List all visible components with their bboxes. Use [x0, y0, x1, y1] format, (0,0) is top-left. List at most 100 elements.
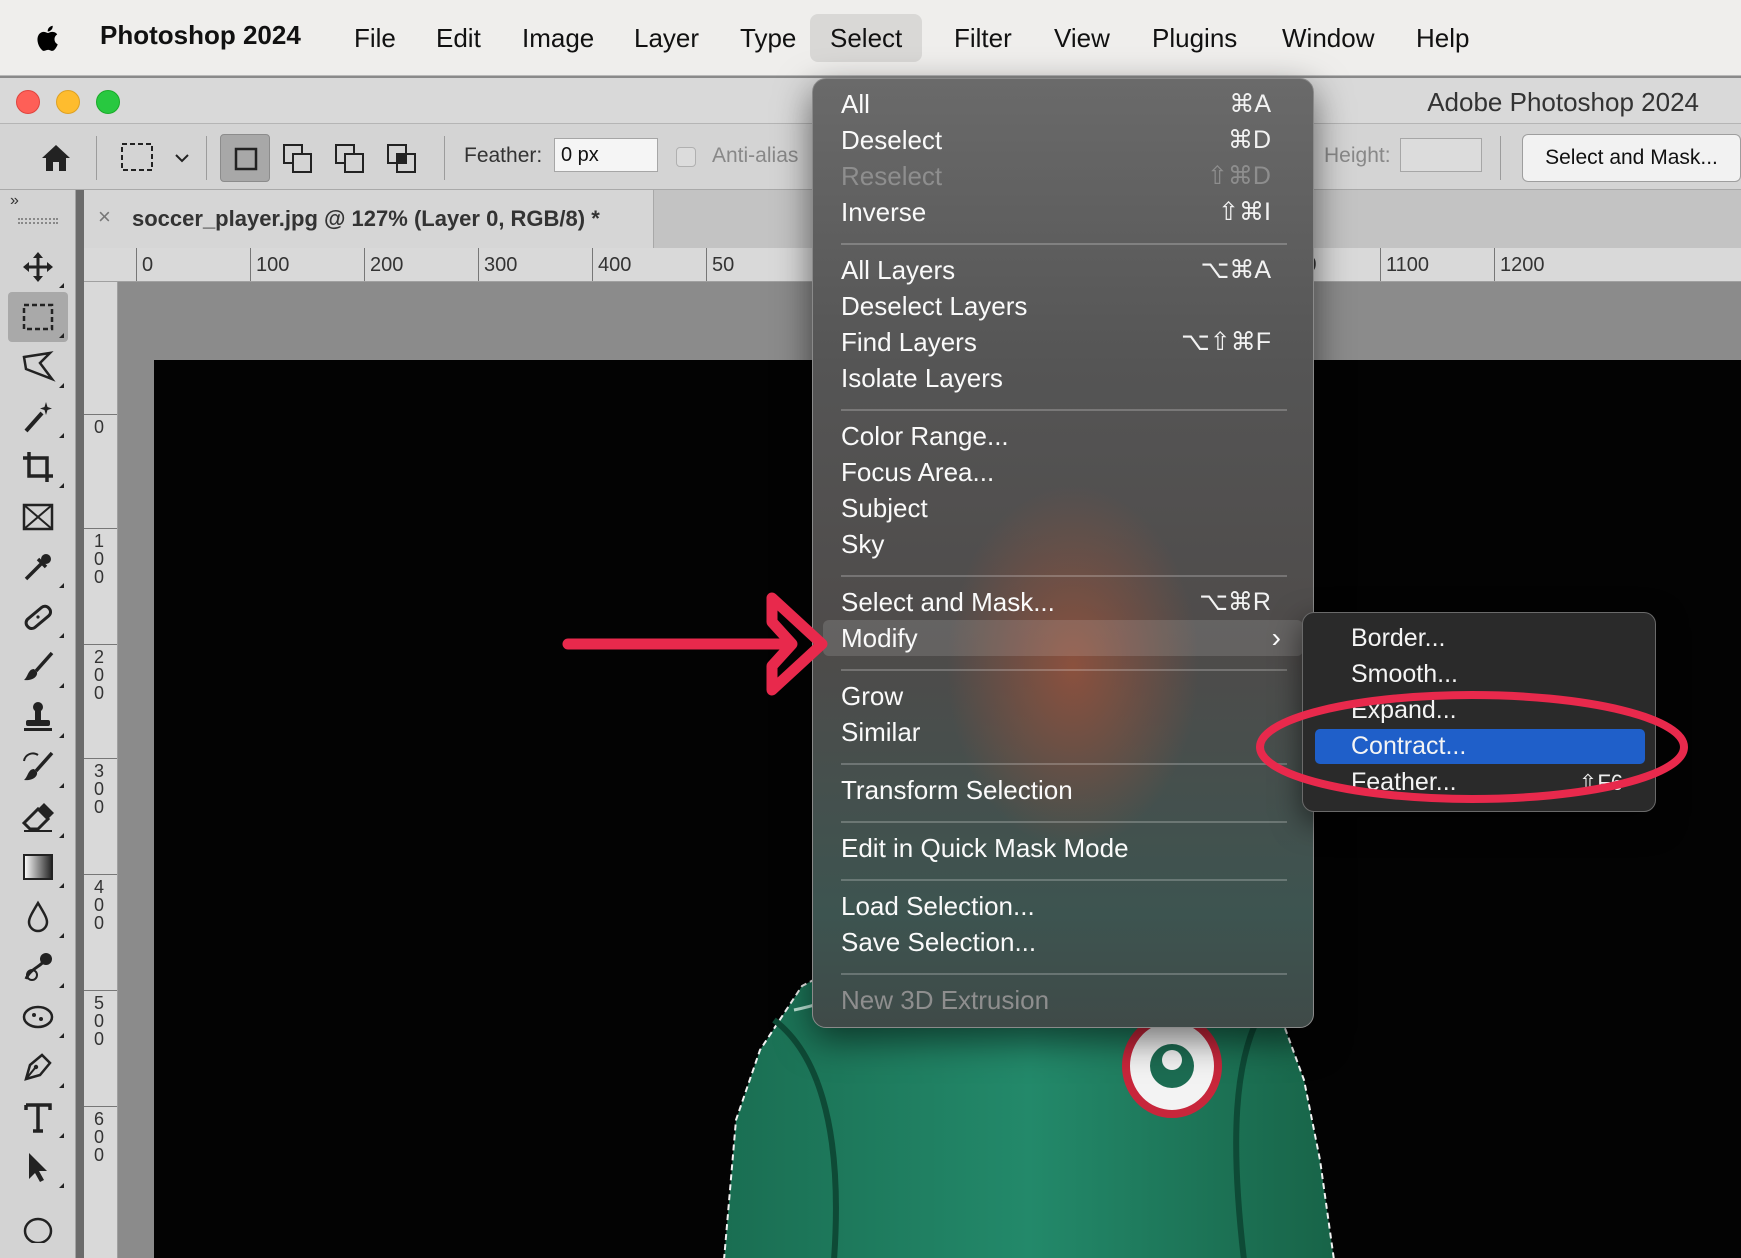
minimize-window-button[interactable] [56, 90, 80, 114]
add-to-selection-button[interactable] [272, 134, 322, 182]
sponge-tool[interactable] [8, 992, 68, 1042]
brush-tool[interactable] [8, 642, 68, 692]
ruler-label: 1 0 0 [93, 531, 104, 587]
menu-item-isolate-layers[interactable]: Isolate Layers [841, 360, 1287, 396]
zoom-window-button[interactable] [96, 90, 120, 114]
ruler-tick [1380, 248, 1381, 281]
shape-tool[interactable] [8, 1200, 68, 1250]
ruler-tick [364, 248, 365, 281]
document-tab[interactable]: × soccer_player.jpg @ 127% (Layer 0, RGB… [84, 190, 654, 248]
menu-item-similar[interactable]: Similar [841, 714, 1287, 750]
lasso-tool[interactable] [8, 342, 68, 392]
marquee-preset-icon[interactable] [120, 142, 156, 174]
frame-tool[interactable] [8, 492, 68, 542]
pen-icon [24, 1053, 52, 1081]
magic-wand-icon [24, 402, 52, 433]
feather-input[interactable] [554, 138, 658, 172]
tools-panel: » [0, 190, 76, 1258]
intersect-selection-button[interactable] [376, 134, 426, 182]
menu-item-color-range[interactable]: Color Range... [841, 418, 1287, 454]
history-brush-tool[interactable] [8, 742, 68, 792]
menu-item-quick-mask[interactable]: Edit in Quick Mask Mode [841, 830, 1287, 866]
menu-item-transform-selection[interactable]: Transform Selection [841, 772, 1287, 808]
menu-item-focus-area[interactable]: Focus Area... [841, 454, 1287, 490]
path-selection-tool[interactable] [8, 1142, 68, 1192]
chevron-right-icon: › [1271, 622, 1281, 653]
ruler-label: 1100 [1386, 254, 1430, 276]
move-tool[interactable] [8, 242, 68, 292]
menu-item-all-layers[interactable]: All Layers ⌥⌘A [841, 252, 1287, 288]
menu-separator [841, 821, 1287, 823]
subtract-from-selection-button[interactable] [324, 134, 374, 182]
close-tab-icon[interactable]: × [98, 204, 111, 230]
ruler-label: 6 0 0 [93, 1109, 104, 1165]
menu-item-sky[interactable]: Sky [841, 526, 1287, 562]
menu-item-reselect: Reselect ⇧⌘D [841, 158, 1287, 194]
anti-alias-checkbox[interactable] [676, 147, 696, 167]
arrow-pointer-icon [29, 1153, 47, 1182]
submenu-item-border[interactable]: Border... [1315, 621, 1645, 656]
menu-item-deselect[interactable]: Deselect ⌘D [841, 122, 1287, 158]
menu-type[interactable]: Type [720, 14, 816, 62]
menu-filter[interactable]: Filter [934, 14, 1032, 62]
rectangular-marquee-tool[interactable] [8, 292, 68, 342]
ruler-label: 300 [484, 254, 518, 276]
app-name-menu[interactable]: Photoshop 2024 [100, 20, 301, 51]
menu-help[interactable]: Help [1396, 14, 1489, 62]
eyedropper-tool[interactable] [8, 542, 68, 592]
apple-logo-icon[interactable] [30, 20, 66, 56]
menu-item-find-layers[interactable]: Find Layers ⌥⇧⌘F [841, 324, 1287, 360]
eraser-tool[interactable] [8, 792, 68, 842]
ruler-tick [84, 528, 117, 529]
blur-tool[interactable] [8, 892, 68, 942]
chevron-down-icon[interactable] [172, 148, 192, 168]
menu-separator [841, 763, 1287, 765]
menu-item-modify[interactable]: Modify › [823, 620, 1303, 656]
collapse-panel-button[interactable]: » [10, 192, 19, 210]
menu-item-deselect-layers[interactable]: Deselect Layers [841, 288, 1287, 324]
menu-item-load-selection[interactable]: Load Selection... [841, 888, 1287, 924]
magic-wand-tool[interactable] [8, 392, 68, 442]
gradient-tool[interactable] [8, 842, 68, 892]
type-tool[interactable] [8, 1092, 68, 1142]
shortcut: ⌥⌘A [1200, 256, 1271, 284]
new-selection-button[interactable] [220, 134, 270, 182]
options-separator [1500, 136, 1501, 180]
menu-item-subject[interactable]: Subject [841, 490, 1287, 526]
height-input[interactable] [1400, 138, 1482, 172]
menu-window[interactable]: Window [1262, 14, 1394, 62]
healing-brush-tool[interactable] [8, 592, 68, 642]
crop-tool[interactable] [8, 442, 68, 492]
panel-grip[interactable] [18, 218, 58, 224]
menu-item-inverse[interactable]: Inverse ⇧⌘I [841, 194, 1287, 230]
select-and-mask-button[interactable]: Select and Mask... [1522, 134, 1741, 182]
menu-select[interactable]: Select [810, 14, 923, 62]
home-icon[interactable] [36, 138, 76, 178]
ruler-tick [706, 248, 707, 281]
clone-stamp-tool[interactable] [8, 692, 68, 742]
eyedropper-icon [24, 554, 51, 581]
menu-item-select-and-mask[interactable]: Select and Mask... ⌥⌘R [841, 584, 1287, 620]
ruler-tick [250, 248, 251, 281]
menu-separator [841, 879, 1287, 881]
pen-tool[interactable] [8, 1042, 68, 1092]
menu-plugins[interactable]: Plugins [1132, 14, 1257, 62]
vertical-ruler[interactable]: 0 1 0 0 2 0 0 3 0 0 4 0 0 5 0 0 6 0 0 [84, 282, 118, 1258]
shortcut: ⌘A [1229, 90, 1271, 118]
menu-file[interactable]: File [334, 14, 416, 62]
menu-layer[interactable]: Layer [614, 14, 719, 62]
sponge-icon [22, 1005, 54, 1029]
menu-item-grow[interactable]: Grow [841, 678, 1287, 714]
dodge-tool[interactable] [8, 942, 68, 992]
menu-item-save-selection[interactable]: Save Selection... [841, 924, 1287, 960]
close-window-button[interactable] [16, 90, 40, 114]
menu-edit[interactable]: Edit [416, 14, 501, 62]
options-separator [96, 136, 97, 180]
anti-alias-label: Anti-alias [712, 144, 799, 167]
menu-view[interactable]: View [1034, 14, 1130, 62]
submenu-item-smooth[interactable]: Smooth... [1315, 657, 1645, 692]
shortcut: ⇧⌘I [1218, 198, 1271, 226]
menu-image[interactable]: Image [502, 14, 614, 62]
menu-item-all[interactable]: All ⌘A [841, 86, 1287, 122]
eraser-icon [21, 803, 54, 832]
